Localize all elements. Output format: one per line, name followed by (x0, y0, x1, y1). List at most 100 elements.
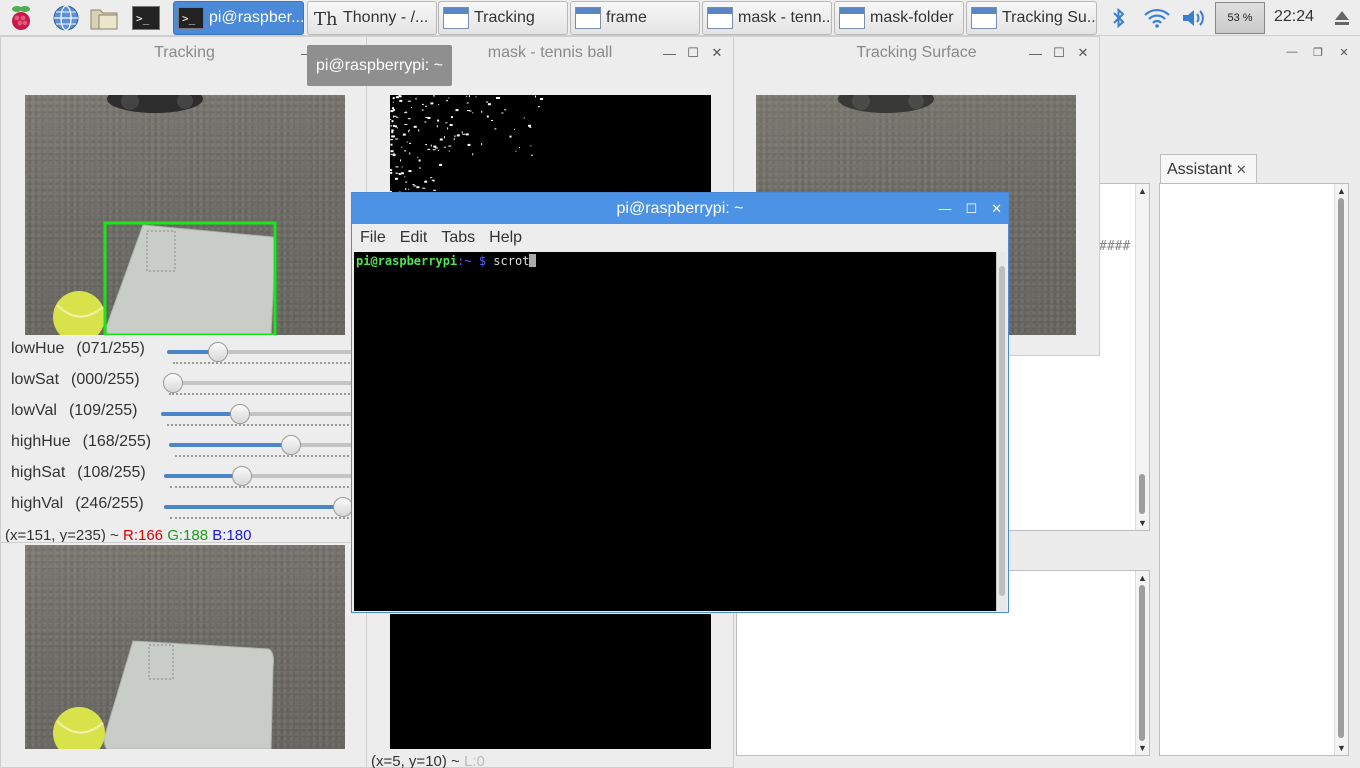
menu-help[interactable]: Help (489, 229, 522, 247)
slider-name: lowVal (11, 402, 57, 419)
terminal-title[interactable]: pi@raspberrypi: ~ (352, 193, 1008, 224)
menu-file[interactable]: File (360, 229, 386, 247)
divider (1, 542, 354, 543)
slider-label: highVal (246/255) (11, 495, 144, 513)
close-icon[interactable]: ✕ (991, 201, 1002, 217)
slider-thumb[interactable] (208, 342, 228, 362)
slider-ticks (169, 393, 353, 396)
slider-value: (109/255) (68, 402, 138, 419)
taskbar-tooltip: pi@raspberrypi: ~ (307, 45, 452, 86)
slider-highHue: highHue (168/255) (1, 429, 353, 460)
prompt-path: :~ (457, 254, 479, 268)
slider-track[interactable] (167, 342, 353, 362)
slider-track[interactable] (161, 404, 353, 424)
mask-status-bar: (x=5, y=10) ~ L:0 (371, 753, 485, 768)
shell-scroll-thumb[interactable] (1139, 585, 1145, 741)
clock[interactable]: 22:24 (1274, 8, 1314, 26)
close-icon[interactable]: ✕ (1338, 46, 1350, 59)
editor-scroll-thumb[interactable] (1139, 474, 1145, 514)
close-icon[interactable]: ✕ (1077, 45, 1089, 61)
slider-ticks (173, 362, 353, 365)
assistant-scrollbar[interactable]: ▲ ▼ (1334, 184, 1348, 755)
slider-track[interactable] (163, 373, 353, 393)
taskbar-button[interactable]: >_ pi@raspber... (173, 1, 304, 35)
wifi-icon[interactable] (1140, 3, 1174, 33)
maximize-icon[interactable]: ☐ (687, 45, 699, 61)
maximize-icon[interactable]: ☐ (965, 201, 977, 217)
window-controls: — ☐ ✕ (1029, 37, 1089, 69)
taskbar-button[interactable]: frame (570, 1, 700, 35)
slider-name: highSat (11, 464, 66, 481)
scroll-down-icon[interactable]: ▼ (1138, 743, 1147, 753)
slider-track[interactable] (164, 497, 353, 517)
slider-highVal: highVal (246/255) (1, 491, 353, 522)
slider-ticks (170, 486, 353, 489)
menu-tabs[interactable]: Tabs (441, 229, 475, 247)
slider-value: (000/255) (71, 371, 140, 388)
taskbar-button[interactable]: mask - tenn... (702, 1, 832, 35)
minimize-icon[interactable]: — (1286, 46, 1298, 58)
slider-thumb[interactable] (163, 373, 183, 393)
top-panel: >_ >_ pi@raspber... Th Thonny - /... Trackin… (0, 0, 1360, 36)
window-icon (574, 5, 602, 31)
scroll-down-icon[interactable]: ▼ (1337, 743, 1346, 753)
svg-text:Th: Th (314, 9, 337, 29)
scroll-up-icon[interactable]: ▲ (1138, 186, 1147, 196)
bluetooth-icon[interactable] (1106, 3, 1132, 33)
raspberry-menu-icon[interactable] (6, 3, 36, 33)
slider-track[interactable] (169, 435, 353, 455)
taskbar-button[interactable]: Tracking Su... (966, 1, 1097, 35)
file-manager-icon[interactable] (89, 3, 119, 33)
assistant-tab-label: Assistant (1167, 160, 1232, 178)
slider-highSat: highSat (108/255) (1, 460, 353, 491)
scroll-down-icon[interactable]: ▼ (1138, 518, 1147, 528)
scroll-up-icon[interactable]: ▲ (1337, 186, 1346, 196)
assistant-scroll-thumb[interactable] (1338, 198, 1344, 738)
window-icon (838, 5, 866, 31)
slider-thumb[interactable] (230, 404, 250, 424)
terminal-scroll-thumb[interactable] (999, 266, 1005, 596)
taskbar-button-label: Thonny - /... (343, 9, 429, 26)
frame-image (25, 545, 345, 749)
assistant-panel[interactable]: ▲ ▼ (1159, 183, 1349, 756)
minimize-icon[interactable]: — (1029, 46, 1042, 61)
close-icon[interactable]: ✕ (1236, 162, 1247, 178)
minimize-icon[interactable]: — (938, 201, 951, 216)
slider-fill (164, 474, 242, 478)
eject-icon[interactable] (1328, 3, 1356, 33)
taskbar-button[interactable]: mask-folder (834, 1, 964, 35)
terminal-icon[interactable]: >_ (131, 3, 161, 33)
slider-lowVal: lowVal (109/255) (1, 398, 353, 429)
terminal-scrollbar[interactable] (996, 252, 1006, 611)
slider-lowSat: lowSat (000/255) (1, 367, 353, 398)
web-browser-icon[interactable] (51, 3, 81, 33)
menu-edit[interactable]: Edit (400, 229, 428, 247)
shell-scrollbar[interactable]: ▲ ▼ (1135, 571, 1149, 755)
volume-icon[interactable] (1178, 3, 1210, 33)
slider-thumb[interactable] (232, 466, 252, 486)
mask-level: L:0 (463, 753, 485, 768)
prompt-symbol: $ (478, 254, 494, 268)
editor-scrollbar[interactable]: ▲ ▼ (1135, 184, 1149, 530)
window-icon (970, 5, 998, 31)
slider-thumb[interactable] (333, 497, 353, 517)
terminal-output[interactable]: pi@raspberrypi:~ $ scrot (354, 252, 996, 611)
close-icon[interactable]: ✕ (711, 45, 723, 61)
mask-image-bottom (390, 614, 711, 749)
taskbar-button[interactable]: Tracking (438, 1, 568, 35)
terminal-menubar: File Edit Tabs Help (352, 224, 1008, 252)
tab-assistant[interactable]: Assistant ✕ (1160, 154, 1257, 184)
slider-fill (169, 443, 291, 447)
taskbar-button-label: mask - tenn... (738, 9, 831, 26)
minimize-icon[interactable]: — (663, 46, 676, 61)
restore-icon[interactable]: ❐ (1312, 46, 1324, 59)
thonny-window-controls: — ❐ ✕ (1286, 36, 1350, 68)
editor-text: #### (1099, 239, 1131, 254)
slider-thumb[interactable] (281, 435, 301, 455)
slider-track[interactable] (164, 466, 353, 486)
maximize-icon[interactable]: ☐ (1053, 45, 1065, 61)
scroll-up-icon[interactable]: ▲ (1138, 573, 1147, 583)
taskbar-button[interactable]: Th Thonny - /... (307, 1, 437, 35)
battery-indicator[interactable]: 53 % (1215, 2, 1265, 34)
taskbar-button-label: frame (606, 9, 647, 26)
